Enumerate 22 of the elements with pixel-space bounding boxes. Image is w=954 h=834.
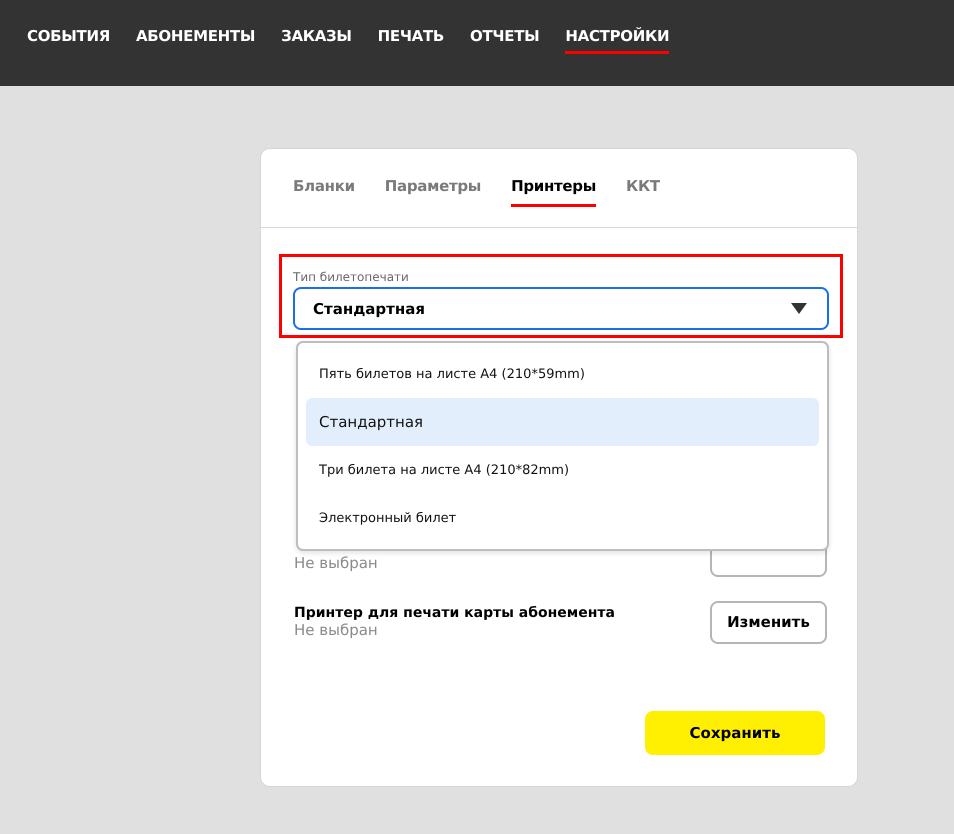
nav-tab[interactable]: ОТЧЕТЫ [470, 27, 540, 54]
nav-tab[interactable]: ЗАКАЗЫ [281, 27, 352, 54]
settings-tab[interactable]: Принтеры [511, 177, 596, 207]
settings-tab[interactable]: ККТ [626, 177, 660, 207]
dropdown-option[interactable]: Три билета на листе А4 (210*82mm) [306, 446, 819, 494]
settings-tab[interactable]: Параметры [384, 177, 482, 207]
dropdown-arrow-icon [791, 303, 807, 314]
dropdown-option[interactable]: Пять билетов на листе А4 (210*59mm) [306, 350, 819, 398]
nav-tab[interactable]: СОБЫТИЯ [27, 27, 110, 54]
printer-status: Не выбран [294, 621, 379, 639]
change-button[interactable]: Изменить [710, 600, 827, 644]
settings-tab[interactable]: Бланки [293, 177, 355, 207]
dropdown-option[interactable]: Стандартная [306, 398, 819, 446]
field-label: Тип билетопечати [293, 270, 410, 284]
dropdown-option[interactable]: Электронный билет [306, 494, 819, 542]
printer-status: Не выбран [294, 554, 378, 572]
nav-tab[interactable]: ПЕЧАТЬ [378, 27, 444, 54]
save-button[interactable]: Сохранить [645, 711, 825, 755]
nav-tab[interactable]: АБОНЕМЕНТЫ [136, 27, 256, 54]
printer-title: Принтер для печати карты абонемента [294, 605, 615, 621]
ticket-type-select[interactable]: Стандартная [293, 287, 829, 330]
nav-tab[interactable]: НАСТРОЙКИ [565, 27, 670, 54]
